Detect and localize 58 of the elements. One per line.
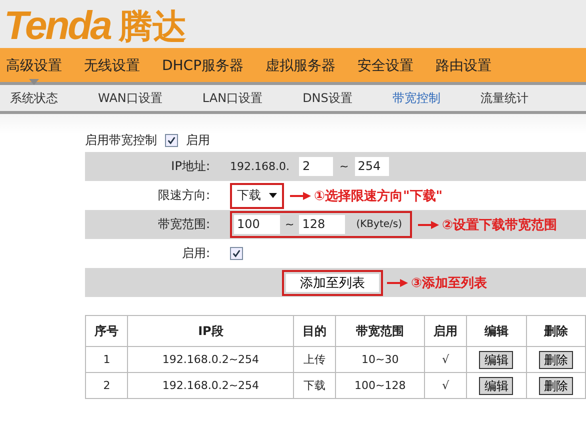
input-field[interactable]: 100 [234, 215, 280, 234]
annotation-text: ①选择限速方向"下载" [314, 188, 443, 204]
nav-tab[interactable]: 安全设置 [358, 48, 414, 85]
column-header: IP段 [128, 316, 294, 346]
checkbox[interactable] [165, 134, 178, 146]
ip-prefix: 192.168.0. [230, 160, 290, 173]
delete-button[interactable]: 删除 [538, 350, 573, 368]
checkbox[interactable] [230, 247, 243, 260]
annotation-text: ②设置下载带宽范围 [442, 216, 558, 234]
edit-button[interactable]: 编辑 [479, 350, 514, 368]
delete-button[interactable]: 删除 [538, 376, 573, 394]
subnav-tab[interactable]: 流量统计 [480, 90, 528, 106]
arrow-icon [387, 278, 409, 288]
nav-tab[interactable]: DHCP服务器 [162, 48, 244, 85]
edit-button[interactable]: 编辑 [479, 376, 514, 394]
column-header: 删除 [526, 316, 586, 346]
table-cell: 上传 [304, 353, 326, 366]
table-cell: √ [442, 353, 450, 366]
column-header: 带宽范围 [336, 316, 424, 346]
table-cell: 192.168.0.2~254 [162, 379, 260, 392]
add-button[interactable]: 添加至列表 [286, 274, 379, 292]
subnav-tab[interactable]: 系统状态 [10, 90, 58, 106]
field-label: 启用: [182, 246, 210, 260]
annotation-text: ③添加至列表 [411, 274, 488, 292]
table-cell: 192.168.0.2~254 [162, 353, 260, 366]
field-label: 启用带宽控制 [85, 132, 157, 148]
table-cell: 1 [103, 353, 110, 366]
field-label: IP地址: [171, 159, 210, 173]
checkbox-label: 启用 [186, 132, 210, 148]
separator-text: ~ [285, 218, 294, 231]
nav-tab[interactable]: 无线设置 [84, 48, 140, 85]
brand-name: 腾达 [118, 6, 186, 48]
input-field[interactable]: 2 [299, 157, 334, 176]
table-cell: 2 [103, 379, 110, 392]
column-header: 序号 [86, 316, 128, 346]
table-cell: 100~128 [354, 379, 406, 392]
field-label: 带宽范围: [158, 217, 210, 231]
table-cell: √ [442, 379, 450, 392]
table-cell: 下载 [304, 379, 326, 392]
column-header: 目的 [294, 316, 336, 346]
column-header: 编辑 [466, 316, 526, 346]
subnav-tab[interactable]: LAN口设置 [202, 90, 263, 106]
subnav-tab[interactable]: DNS设置 [302, 90, 352, 106]
arrow-icon [290, 190, 312, 200]
subnav-tab[interactable]: WAN口设置 [98, 90, 162, 106]
table-cell: 10~30 [362, 353, 399, 366]
nav-tab[interactable]: 路由设置 [436, 48, 492, 85]
column-header: 启用 [424, 316, 467, 346]
separator-text: ~ [339, 160, 349, 173]
subnav-tab[interactable]: 带宽控制 [392, 90, 440, 106]
input-field[interactable]: 128 [299, 215, 346, 234]
arrow-icon [418, 220, 440, 230]
input-field[interactable]: 254 [354, 157, 389, 176]
unit-label: (KByte/s) [356, 219, 404, 230]
nav-tab[interactable]: 虚拟服务器 [266, 48, 336, 85]
field-label: 限速方向: [158, 188, 210, 202]
dropdown-value: 下载 [237, 187, 261, 204]
brand-logo: Tenda [4, 4, 110, 48]
